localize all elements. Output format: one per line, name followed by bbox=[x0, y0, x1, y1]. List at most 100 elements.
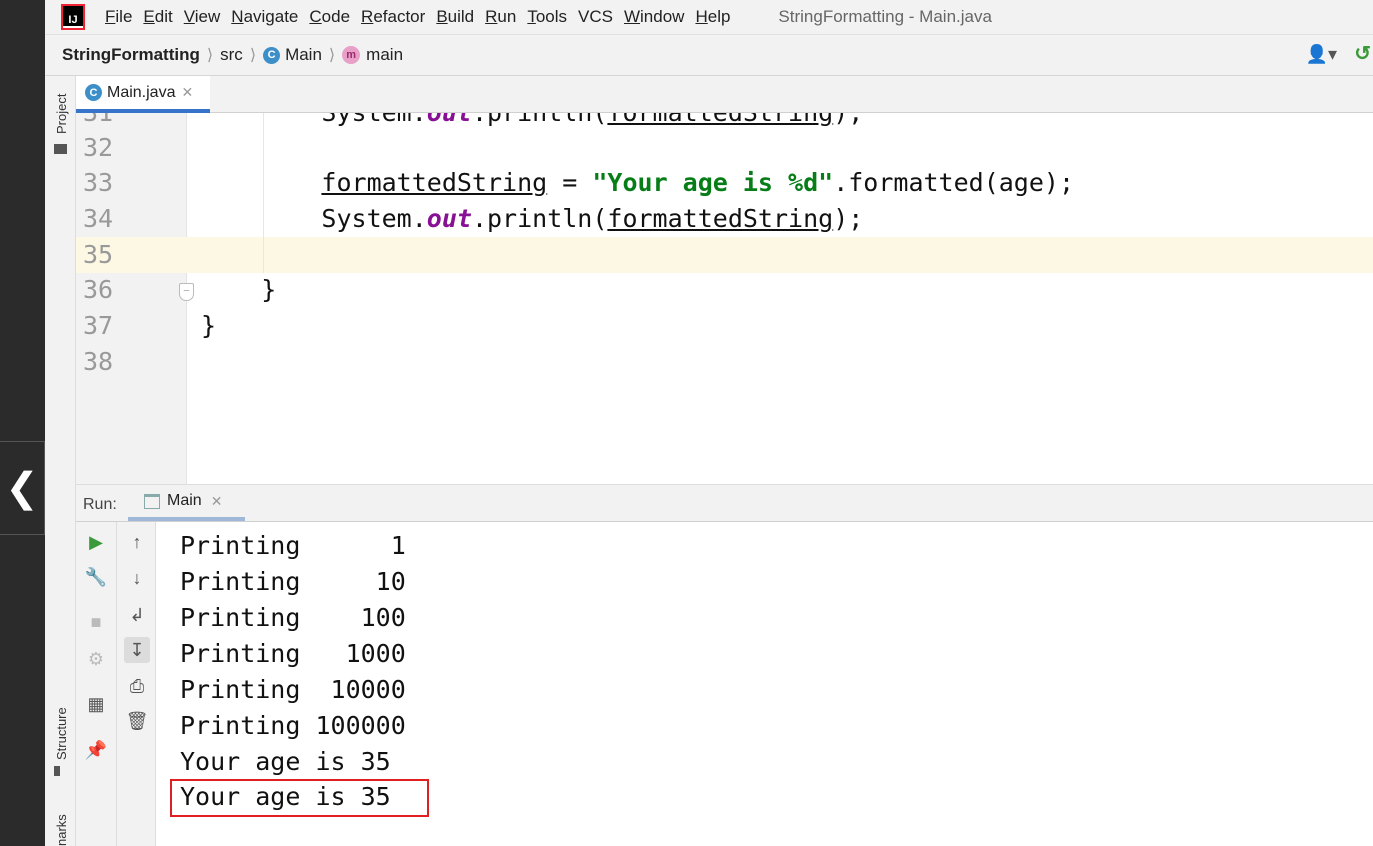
window-title: StringFormatting - Main.java bbox=[778, 7, 992, 26]
tab-run-main[interactable]: Main ✕ bbox=[128, 485, 245, 521]
debug-settings-icon[interactable]: ⚙ bbox=[83, 646, 109, 672]
back-arrow-button[interactable]: ❮ bbox=[0, 441, 45, 535]
soft-wrap-icon[interactable]: ↲ bbox=[124, 602, 150, 628]
menu-run[interactable]: Run bbox=[485, 7, 516, 27]
code-line: 31 System.out.println(formattedString); bbox=[76, 113, 1373, 131]
code-text: System.out.println(formattedString); bbox=[201, 113, 863, 131]
breadcrumb-method-label: main bbox=[366, 45, 404, 64]
breadcrumb-class-label: Main bbox=[285, 45, 322, 64]
console-line: Printing 1000 bbox=[180, 639, 406, 668]
editor-tab-bar: C Main.java ✕ bbox=[76, 76, 1373, 113]
breadcrumb-separator-icon: ⟩ bbox=[249, 47, 257, 64]
menu-view[interactable]: View bbox=[184, 7, 221, 27]
left-dark-strip bbox=[0, 0, 45, 846]
menu-mnemonic: B bbox=[436, 7, 448, 26]
menu-mnemonic: R bbox=[361, 7, 374, 26]
menu-file[interactable]: File bbox=[105, 7, 132, 27]
close-icon[interactable]: ✕ bbox=[181, 84, 193, 101]
run-toolbar: ▶ 🔧 ■ ⚙ ▦ 📌 ↑ ↓ ↲ ↧ ⎙ 🗑 bbox=[76, 522, 156, 846]
vcs-update-icon[interactable]: ↺ bbox=[1354, 41, 1371, 66]
line-number: 35 bbox=[76, 237, 180, 273]
chevron-left-icon: ❮ bbox=[5, 466, 39, 510]
menu-help[interactable]: Help bbox=[695, 7, 730, 27]
menu-mnemonic: T bbox=[527, 7, 536, 26]
code-text: System.out.println(formattedString); bbox=[201, 204, 864, 233]
menu-window[interactable]: Window bbox=[624, 7, 684, 27]
line-number: 32 bbox=[83, 133, 114, 162]
menu-edit[interactable]: Edit bbox=[143, 7, 172, 27]
user-account-icon[interactable]: 👤▾ bbox=[1306, 44, 1337, 65]
console-line: Printing 10000 bbox=[180, 675, 406, 704]
print-icon[interactable]: ⎙ bbox=[124, 673, 150, 699]
structure-tool-button[interactable]: Structure bbox=[54, 707, 69, 760]
menu-vcs[interactable]: VCS bbox=[578, 7, 613, 27]
run-tab-label: Main bbox=[167, 492, 202, 509]
console-line: Printing 10 bbox=[180, 567, 406, 596]
intellij-logo-icon: IJ bbox=[63, 6, 83, 28]
menu-file-rest: ile bbox=[115, 7, 133, 26]
tab-main-java[interactable]: C Main.java ✕ bbox=[76, 76, 210, 113]
project-tool-button[interactable]: Project bbox=[54, 94, 69, 134]
run-tool-header: Run: Main ✕ bbox=[76, 484, 1373, 522]
trash-icon[interactable]: 🗑 bbox=[124, 708, 150, 734]
structure-icon bbox=[54, 766, 66, 776]
run-label: Run: bbox=[83, 496, 117, 513]
scroll-to-end-icon[interactable]: ↧ bbox=[124, 637, 150, 663]
down-arrow-icon[interactable]: ↓ bbox=[124, 565, 150, 591]
breadcrumb-separator-icon: ⟩ bbox=[328, 47, 336, 64]
bookmarks-tool-button[interactable]: narks bbox=[54, 814, 69, 846]
menu-mnemonic: R bbox=[485, 7, 498, 26]
breadcrumb-method[interactable]: m main bbox=[342, 45, 403, 65]
line-number: 33 bbox=[83, 168, 114, 197]
stop-icon[interactable]: ■ bbox=[83, 609, 109, 635]
pin-icon[interactable]: 📌 bbox=[83, 737, 109, 763]
menu-build[interactable]: Build bbox=[436, 7, 474, 27]
up-arrow-icon[interactable]: ↑ bbox=[124, 529, 150, 555]
menu-mnemonic: C bbox=[309, 7, 322, 26]
code-line: 38 bbox=[76, 344, 1373, 380]
menu-tools[interactable]: Tools bbox=[527, 7, 567, 27]
menu-mnemonic: V bbox=[183, 7, 195, 26]
code-line: 36 – } bbox=[76, 272, 1373, 308]
code-text: } bbox=[201, 311, 217, 340]
code-editor[interactable]: 31 System.out.println(formattedString); … bbox=[76, 113, 1373, 484]
menu-mnemonic: N bbox=[231, 7, 244, 26]
breadcrumb: StringFormatting ⟩ src ⟩ C Main ⟩ m main 👤… bbox=[45, 34, 1373, 76]
class-icon: C bbox=[85, 84, 102, 101]
line-number: 37 bbox=[83, 311, 114, 340]
menu-mnemonic: W bbox=[623, 7, 641, 26]
highlight-annotation-box bbox=[170, 779, 429, 817]
tab-label: Main.java bbox=[107, 83, 176, 101]
menu-navigate[interactable]: Navigate bbox=[231, 7, 298, 27]
line-number: 34 bbox=[83, 204, 114, 233]
menu-mnemonic: E bbox=[143, 7, 155, 26]
code-line: 33 formattedString = "Your age is %d".fo… bbox=[76, 165, 1373, 201]
breadcrumb-class[interactable]: C Main bbox=[263, 45, 322, 65]
folder-icon bbox=[54, 144, 67, 154]
menu-bar: IJ File Edit View Navigate Code Refactor… bbox=[45, 0, 1373, 34]
menu-refactor[interactable]: Refactor bbox=[361, 7, 425, 27]
line-number: 31 bbox=[83, 113, 128, 131]
method-icon: m bbox=[342, 46, 361, 64]
breadcrumb-folder[interactable]: src bbox=[220, 45, 243, 65]
console-output[interactable]: Printing 1 Printing 10 Printing 100 Prin… bbox=[156, 522, 1373, 846]
layout-icon[interactable]: ▦ bbox=[83, 691, 109, 717]
class-icon: C bbox=[263, 46, 281, 64]
close-icon[interactable]: ✕ bbox=[211, 493, 223, 510]
console-window-icon bbox=[144, 493, 160, 509]
console-line: Printing 1 bbox=[180, 531, 406, 560]
current-code-line: 35 bbox=[76, 237, 1373, 273]
menu-code[interactable]: Code bbox=[309, 7, 350, 27]
breadcrumb-separator-icon: ⟩ bbox=[206, 47, 214, 64]
breadcrumb-project[interactable]: StringFormatting bbox=[62, 45, 200, 65]
rerun-icon[interactable]: ▶ bbox=[83, 529, 109, 555]
console-line: Printing 100 bbox=[180, 603, 406, 632]
console-line: Your age is 35 bbox=[180, 747, 391, 776]
code-line: 37 } bbox=[76, 308, 1373, 344]
wrench-icon[interactable]: 🔧 bbox=[83, 564, 109, 590]
code-line: 34 System.out.println(formattedString); bbox=[76, 201, 1373, 237]
code-line: 32 bbox=[76, 130, 1373, 166]
toolbar-divider bbox=[116, 522, 117, 846]
indent-guide bbox=[263, 237, 264, 273]
fold-marker-icon[interactable]: – bbox=[179, 283, 194, 301]
